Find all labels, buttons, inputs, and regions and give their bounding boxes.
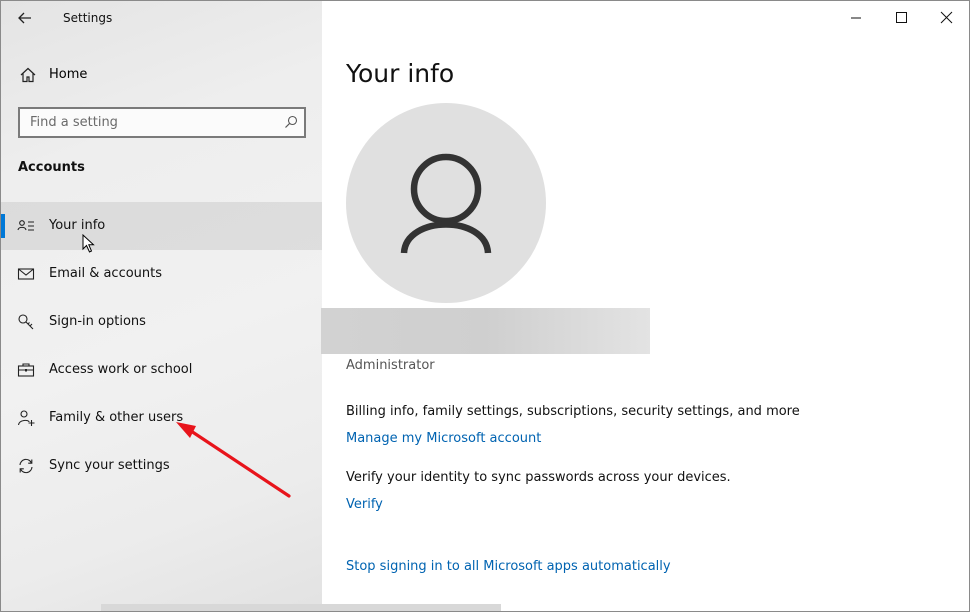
maximize-icon: [896, 12, 907, 23]
home-label: Home: [49, 67, 88, 82]
selection-indicator: [1, 214, 5, 238]
verify-link[interactable]: Verify: [346, 497, 383, 512]
search-icon[interactable]: [284, 115, 298, 129]
close-button[interactable]: [923, 1, 969, 33]
sidebar-item-your-info[interactable]: Your info: [1, 202, 322, 250]
back-arrow-icon: [18, 12, 31, 24]
sync-icon: [19, 458, 33, 474]
contact-card-icon: [17, 220, 34, 231]
manage-account-link[interactable]: Manage my Microsoft account: [346, 431, 541, 446]
verify-identity-text: Verify your identity to sync passwords a…: [346, 470, 731, 485]
minimize-icon: [851, 17, 861, 19]
user-avatar-icon: [400, 153, 492, 254]
stop-signing-in-link[interactable]: Stop signing in to all Microsoft apps au…: [346, 559, 671, 574]
minimize-button[interactable]: [833, 1, 879, 33]
home-icon: [20, 67, 36, 83]
sidebar-item-home[interactable]: Home: [1, 59, 322, 91]
add-person-icon: [17, 410, 35, 426]
sidebar-item-sign-in-options[interactable]: Sign-in options: [1, 298, 322, 346]
sidebar-item-access-work-school[interactable]: Access work or school: [1, 346, 322, 394]
key-icon: [18, 314, 34, 330]
section-title: Accounts: [18, 160, 85, 175]
account-role: Administrator: [346, 358, 435, 373]
back-button[interactable]: [13, 7, 39, 29]
sidebar-item-family-other-users[interactable]: Family & other users: [1, 394, 322, 442]
bottom-ghost-decoration: [101, 604, 501, 611]
billing-info-text: Billing info, family settings, subscript…: [346, 404, 800, 419]
sidebar-item-label: Sign-in options: [49, 314, 146, 329]
sidebar-item-sync-settings[interactable]: Sync your settings: [1, 442, 322, 490]
mail-icon: [17, 268, 35, 280]
close-icon: [940, 11, 953, 24]
settings-window: Settings Home Find a setting Accounts Yo…: [0, 0, 970, 612]
sidebar-item-email-accounts[interactable]: Email & accounts: [1, 250, 322, 298]
page-title: Your info: [346, 59, 455, 88]
sidebar-item-label: Access work or school: [49, 362, 193, 377]
sidebar-item-label: Email & accounts: [49, 266, 163, 281]
sidebar-item-label: Your info: [49, 218, 106, 233]
sidebar-item-label: Sync your settings: [49, 458, 170, 473]
redacted-username: [321, 308, 650, 354]
briefcase-icon: [17, 363, 35, 377]
sidebar: Settings Home Find a setting Accounts Yo…: [1, 1, 322, 611]
search-input[interactable]: Find a setting: [18, 107, 306, 138]
mouse-cursor-icon: [82, 234, 95, 253]
avatar: [346, 103, 546, 303]
sidebar-item-label: Family & other users: [49, 410, 184, 425]
maximize-button[interactable]: [878, 1, 924, 33]
app-title: Settings: [63, 11, 113, 25]
search-placeholder: Find a setting: [30, 115, 118, 130]
